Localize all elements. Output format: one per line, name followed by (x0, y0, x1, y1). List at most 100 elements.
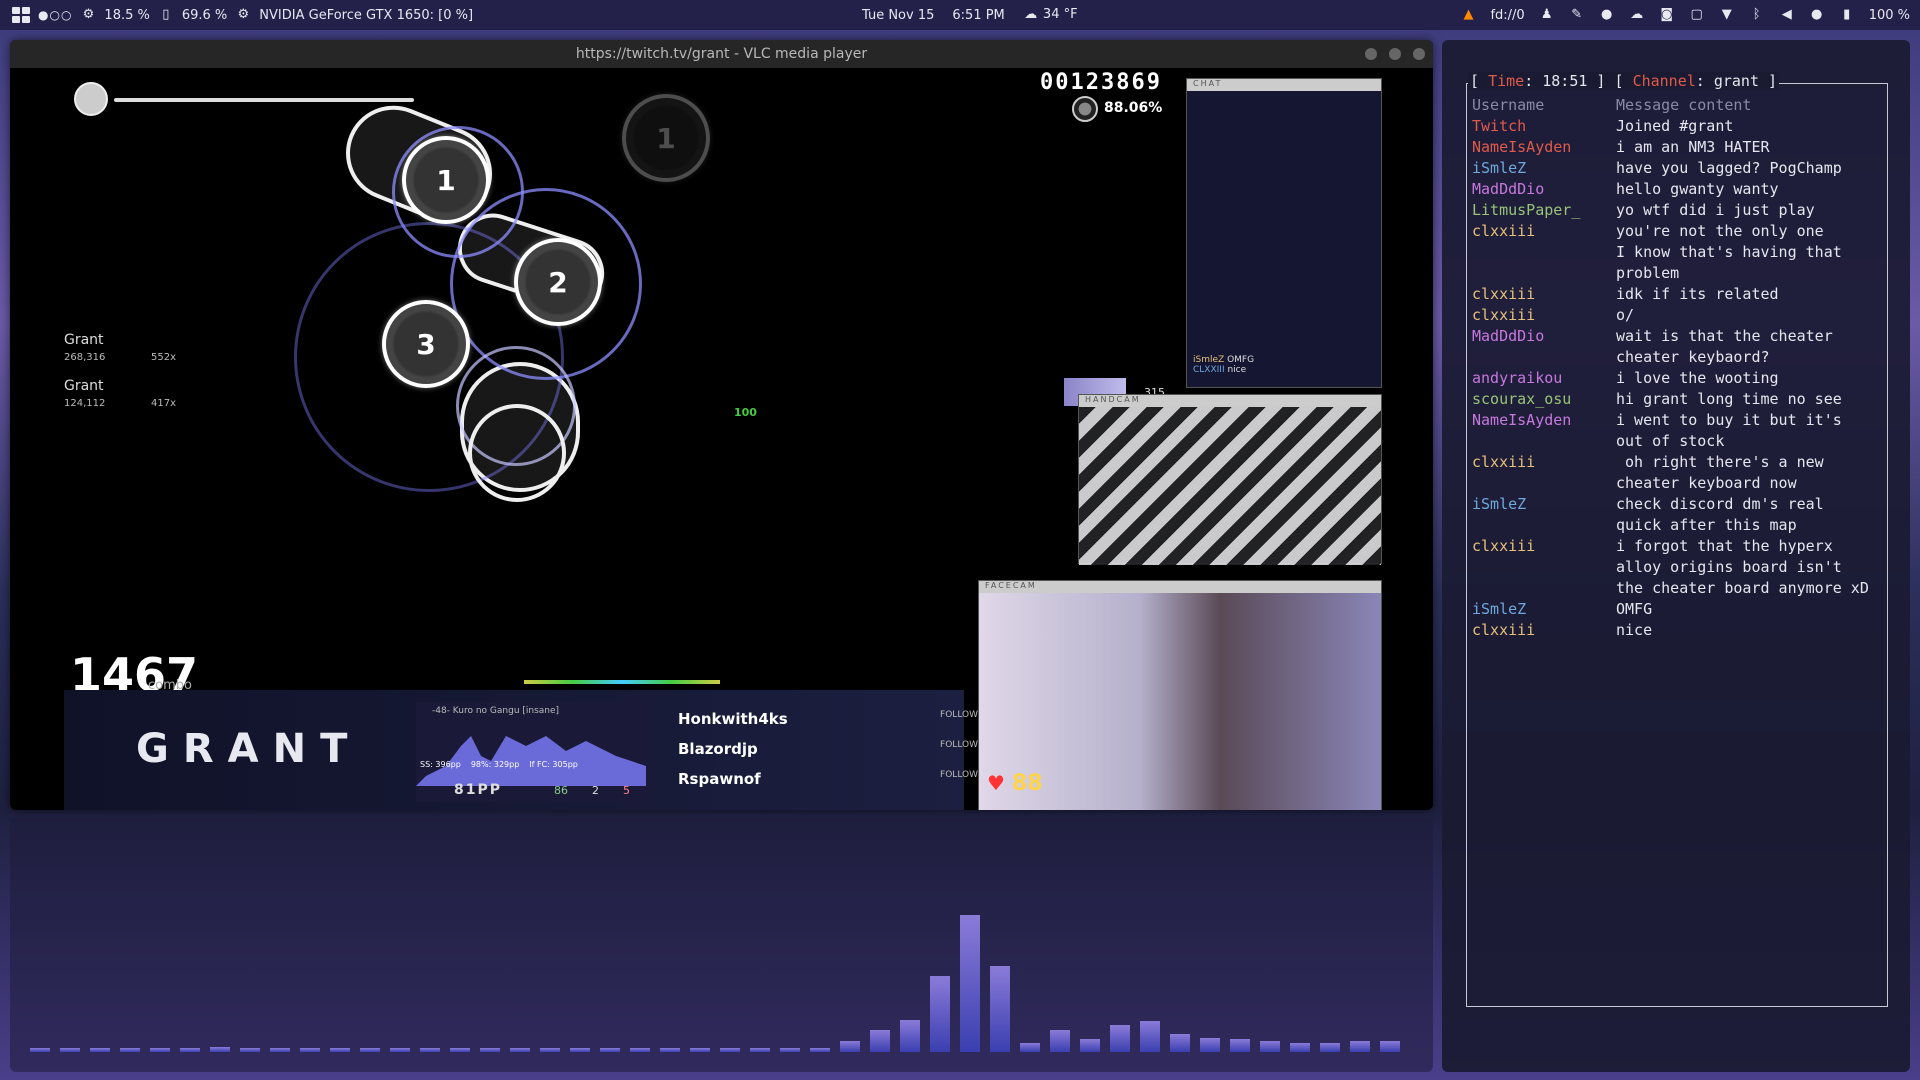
visualizer-bar (180, 1048, 200, 1052)
vlc-window[interactable]: https://twitch.tv/grant - VLC media play… (10, 40, 1433, 810)
streamer-logo: GRANT (136, 726, 362, 772)
cloud-sync-icon[interactable]: ☁ (1629, 7, 1645, 23)
microphone-icon[interactable]: ● (1809, 7, 1825, 23)
vlc-window-title: https://twitch.tv/grant - VLC media play… (575, 46, 868, 62)
chat-messages: Username Message content Twitch Joined #g… (1472, 95, 1882, 641)
memory-usage: 69.6 % (181, 7, 228, 23)
overlay-chat-msg: OMFG (1227, 355, 1255, 365)
hit-circle: 2 (514, 238, 602, 326)
visualizer-bar (1080, 1039, 1100, 1052)
visualizer-bar (420, 1048, 440, 1052)
visualizer-bar (1260, 1041, 1280, 1052)
close-button[interactable] (1413, 48, 1425, 60)
hit-judgement: 100 (734, 406, 757, 419)
overlay-chat-line: iSmleZ OMFG (1187, 355, 1254, 365)
visualizer-bar (720, 1048, 740, 1052)
user-icon[interactable]: ♟ (1539, 7, 1555, 23)
chat-message: OMFG (1616, 600, 1653, 618)
leaderboard-combo: 417x (150, 398, 176, 409)
chat-message-row: clxxiii you're not the only one I know th… (1472, 221, 1882, 284)
chat-username: clxxiii (1472, 537, 1536, 555)
date-label[interactable]: Tue Nov 15 (862, 8, 934, 23)
chat-message: i forgot that the hyperx alloy origins b… (1616, 537, 1869, 597)
chat-message-row: NameIsAyden i went to buy it but it's out… (1472, 410, 1882, 452)
chat-message-row: LitmusPaper_ yo wtf did i just play (1472, 200, 1882, 221)
weather-cloud-icon: ☁ (1024, 7, 1038, 22)
visualizer-bar (120, 1048, 140, 1052)
visualizer-bar (1320, 1043, 1340, 1052)
chat-username: clxxiii (1472, 453, 1536, 471)
visualizer-bar (270, 1048, 290, 1052)
username-column-header: Username (1472, 96, 1545, 114)
volume-icon[interactable]: ◀ (1779, 7, 1795, 23)
follower-item: Blazordjp FOLLOW (678, 740, 978, 758)
chat-message: yo wtf did i just play (1616, 201, 1815, 219)
chat-message: idk if its related (1616, 285, 1779, 303)
cpu-usage: 18.5 % (104, 7, 150, 23)
chat-username: Twitch (1472, 117, 1527, 135)
accuracy-display: 88.06% (1104, 100, 1163, 116)
chat-username: iSmleZ (1472, 600, 1527, 618)
follow-label: FOLLOW (940, 710, 978, 720)
chat-header: [ Time: 18:51 ] [ Channel: grant ] (1468, 72, 1780, 90)
time-value: 18:51 (1542, 72, 1588, 90)
video-area[interactable]: 00123869 88.06% 1 2 3 1 100 Grant 268,31… (64, 68, 1382, 810)
visualizer-bar (1230, 1039, 1250, 1052)
heart-icon: ♥ (987, 771, 1005, 795)
chat-message: i love the wooting (1616, 369, 1779, 387)
visualizer-bar (1170, 1034, 1190, 1052)
clipboard-icon[interactable]: ▢ (1689, 7, 1705, 23)
visualizer-bar (1050, 1030, 1070, 1052)
wifi-icon[interactable]: ▼ (1719, 7, 1735, 23)
follow-label: FOLLOW (940, 770, 978, 780)
visualizer-bar (1110, 1025, 1130, 1052)
apple-icon[interactable]: ● (1599, 7, 1615, 23)
picker-icon[interactable]: ✎ (1569, 7, 1585, 23)
visualizer-bar (240, 1048, 260, 1052)
map-98-pp: 98%: 329pp (470, 760, 520, 769)
visualizer-bar (1290, 1043, 1310, 1052)
message-column-header: Message content (1616, 96, 1752, 114)
chat-message: have you lagged? PogChamp (1616, 159, 1842, 177)
cpu-icon: ⚙ (82, 7, 95, 22)
vlc-tray-icon[interactable]: ▲ (1460, 7, 1476, 23)
gamepad-icon[interactable]: ◙ (1659, 7, 1675, 23)
visualizer-bar (390, 1048, 410, 1052)
strain-graph-svg (416, 736, 646, 786)
accuracy-pie-icon (1072, 96, 1098, 122)
visualizer-bar (330, 1048, 350, 1052)
visualizer-bar (210, 1047, 230, 1052)
chat-username: iSmleZ (1472, 159, 1527, 177)
score-display: 00123869 (1040, 70, 1162, 95)
follower-item: Honkwith4ks FOLLOW (678, 710, 978, 728)
chat-message-row: clxxiii oh right there's a new cheater k… (1472, 452, 1882, 494)
chat-username: andyraikou (1472, 369, 1563, 387)
leaderboard-name: Grant (64, 332, 104, 348)
slider-ball (468, 404, 566, 502)
stream-overlay-bar: GRANT SS: 396pp 98%: 329pp If FC: 305pp … (64, 690, 978, 810)
maximize-button[interactable] (1389, 48, 1401, 60)
visualizer-bar (750, 1048, 770, 1052)
visualizer-bars (30, 915, 1400, 1052)
apps-grid-icon[interactable] (12, 7, 30, 23)
visualizer-bar (930, 976, 950, 1052)
visualizer-bar (150, 1048, 170, 1052)
panel-header: FACECAM (979, 581, 1381, 593)
follow-label: FOLLOW (940, 740, 978, 750)
visualizer-bar (630, 1048, 650, 1052)
visualizer-bar (810, 1048, 830, 1052)
pp-counter: 81PP (454, 782, 503, 798)
bluetooth-icon[interactable]: ᛒ (1749, 7, 1765, 23)
chat-message: check discord dm's real quick after this… (1616, 495, 1824, 534)
hit-circle: 3 (382, 300, 470, 388)
vlc-titlebar[interactable]: https://twitch.tv/grant - VLC media play… (10, 40, 1433, 68)
handcam-panel: HANDCAM (1078, 394, 1382, 565)
minimize-button[interactable] (1365, 48, 1377, 60)
chat-column-headers: Username Message content (1472, 95, 1882, 116)
terminal-chat-window[interactable]: [ Time: 18:51 ] [ Channel: grant ] Usern… (1442, 40, 1910, 1072)
clock-label[interactable]: 6:51 PM (952, 8, 1004, 23)
workspace-dots-icon[interactable]: ●○○ (38, 8, 72, 22)
follower-name: Honkwith4ks (678, 710, 788, 728)
gpu-usage: NVIDIA GeForce GTX 1650: [0 %] (259, 7, 474, 23)
chat-username: clxxiii (1472, 621, 1536, 639)
